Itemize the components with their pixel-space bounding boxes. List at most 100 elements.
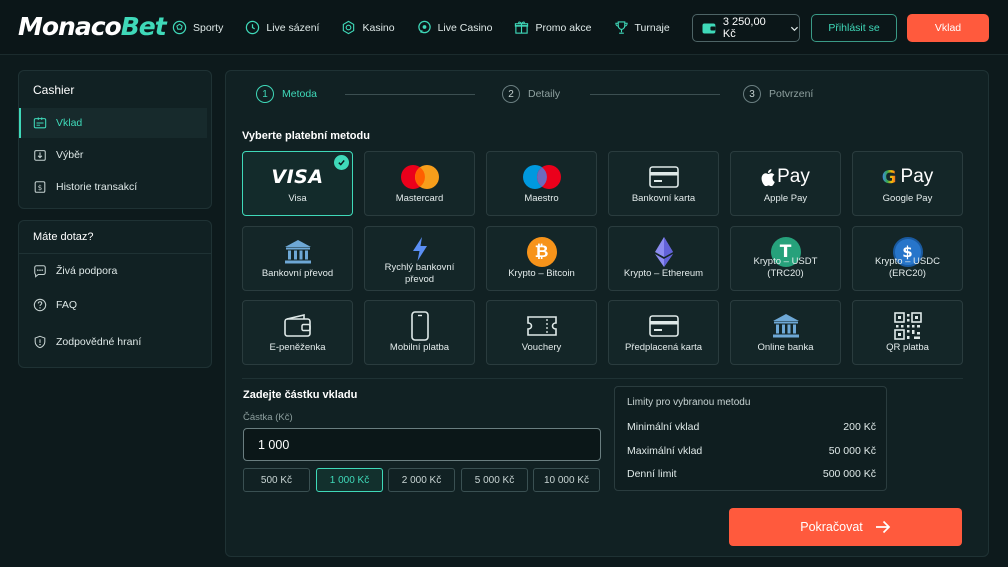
method-card-bank-transfer[interactable]: Bankovní převod bbox=[242, 226, 353, 291]
method-card-e-wallet[interactable]: E-peněženka bbox=[242, 300, 353, 365]
live-clock-icon bbox=[246, 20, 260, 35]
nav-item-tournaments[interactable]: Turnaje bbox=[614, 20, 670, 35]
method-card-usdt[interactable]: T Krypto – USDT (TRC20) bbox=[730, 226, 841, 291]
amount-chip-2000[interactable]: 2 000 Kč bbox=[388, 468, 455, 492]
cashier-main-panel: 1 Metoda 2 Detaily 3 Potvrzení Vyberte p… bbox=[225, 70, 989, 557]
limits-title: Limity pro vybranou metodu bbox=[627, 397, 751, 408]
amount-input[interactable]: 1 000 bbox=[243, 428, 601, 461]
method-card-maestro[interactable]: Maestro bbox=[486, 151, 597, 216]
nav-label: Live Casino bbox=[437, 21, 493, 34]
apple-pay-text: Pay bbox=[777, 166, 810, 187]
method-card-bank-card[interactable]: Bankovní karta bbox=[608, 151, 719, 216]
soccer-ball-icon bbox=[172, 20, 187, 35]
amount-chip-500[interactable]: 500 Kč bbox=[243, 468, 310, 492]
online-bank-icon bbox=[731, 309, 840, 343]
sidebar-item-label: Vklad bbox=[56, 117, 83, 129]
method-card-mastercard[interactable]: Mastercard bbox=[364, 151, 475, 216]
balance-amount: 3 250,00 Kč bbox=[722, 16, 766, 40]
method-label: Krypto – USDT (TRC20) bbox=[753, 256, 818, 279]
visa-logo-text: VISA bbox=[271, 166, 324, 188]
method-card-bitcoin[interactable]: ₿ Krypto – Bitcoin bbox=[486, 226, 597, 291]
limit-row-max: Maximální vklad 50 000 Kč bbox=[627, 445, 876, 457]
top-header: MonacoBet Sporty Live sázení Kasino Live… bbox=[0, 0, 1008, 55]
brand-name-a: Monaco bbox=[18, 12, 122, 41]
sidebar-item-responsible-gaming[interactable]: Zodpovědné hraní bbox=[19, 327, 209, 357]
cashier-title: Cashier bbox=[33, 83, 75, 97]
sidebar-item-label: Živá podpora bbox=[56, 265, 118, 277]
method-card-apple-pay[interactable]: Pay Apple Pay bbox=[730, 151, 841, 216]
method-card-prepaid-card[interactable]: Předplacená karta bbox=[608, 300, 719, 365]
google-pay-logo: G Pay bbox=[853, 160, 962, 194]
sidebar-item-history[interactable]: $ Historie transakcí bbox=[19, 172, 209, 202]
method-card-visa[interactable]: VISA Visa bbox=[242, 151, 353, 216]
step-number: 1 bbox=[256, 85, 274, 103]
method-card-google-pay[interactable]: G Pay Google Pay bbox=[852, 151, 963, 216]
method-limits-box: Limity pro vybranou metodu Minimální vkl… bbox=[614, 386, 887, 491]
sidebar-item-faq[interactable]: FAQ bbox=[19, 290, 209, 320]
brand-name-b: Bet bbox=[120, 12, 167, 41]
nav-item-live-betting[interactable]: Live sázení bbox=[245, 20, 319, 35]
help-menu: Máte dotaz? Živá podpora FAQ Zodpovědné … bbox=[18, 220, 212, 368]
step-label: Detaily bbox=[528, 88, 561, 100]
gift-icon bbox=[515, 21, 529, 34]
method-label: Krypto – USDC (ERC20) bbox=[875, 256, 940, 279]
step-number: 2 bbox=[502, 85, 520, 103]
main-nav: Sporty Live sázení Kasino Live Casino Pr… bbox=[172, 0, 692, 55]
amount-chip-10000[interactable]: 10 000 Kč bbox=[533, 468, 600, 492]
amount-title: Zadejte částku vkladu bbox=[243, 389, 358, 401]
method-label: Maestro bbox=[524, 193, 559, 204]
step-number: 3 bbox=[743, 85, 761, 103]
method-card-online-banking[interactable]: Online banka bbox=[730, 300, 841, 365]
sidebar-item-deposit[interactable]: Vklad bbox=[19, 108, 207, 138]
method-label: Online banka bbox=[757, 342, 814, 353]
brand-logo[interactable]: MonacoBet bbox=[18, 12, 167, 41]
method-label: Visa bbox=[288, 193, 307, 204]
nav-item-casino[interactable]: Kasino bbox=[341, 20, 395, 35]
nav-label: Live sázení bbox=[266, 21, 320, 34]
sidebar-item-withdraw[interactable]: Výběr bbox=[19, 140, 209, 170]
step-details[interactable]: 2 Detaily bbox=[502, 85, 560, 103]
method-card-qr-payment[interactable]: QR platba bbox=[852, 300, 963, 365]
step-confirmation[interactable]: 3 Potvrzení bbox=[743, 85, 813, 103]
ticket-icon bbox=[487, 309, 596, 343]
mastercard-logo bbox=[365, 160, 474, 194]
amount-chip-5000[interactable]: 5 000 Kč bbox=[461, 468, 528, 492]
help-title: Máte dotaz? bbox=[33, 231, 94, 243]
step-method[interactable]: 1 Metoda bbox=[256, 85, 317, 103]
nav-item-sports[interactable]: Sporty bbox=[172, 20, 223, 35]
method-label: Mastercard bbox=[395, 193, 444, 204]
limit-value: 500 000 Kč bbox=[822, 468, 876, 480]
bank-icon bbox=[243, 235, 352, 269]
limit-value: 50 000 Kč bbox=[828, 445, 876, 457]
method-card-mobile-payment[interactable]: Mobilní platba bbox=[364, 300, 475, 365]
continue-label: Pokračovat bbox=[800, 520, 863, 534]
deposit-button[interactable]: Vklad bbox=[907, 14, 989, 42]
google-g-icon: G bbox=[881, 166, 897, 188]
nav-item-promo[interactable]: Promo akce bbox=[514, 20, 592, 35]
divider bbox=[19, 253, 211, 254]
history-icon: $ bbox=[34, 181, 46, 193]
method-label: Bankovní karta bbox=[631, 193, 696, 204]
amount-chip-1000[interactable]: 1 000 Kč bbox=[316, 468, 383, 492]
continue-button[interactable]: Pokračovat bbox=[729, 508, 962, 546]
apple-icon bbox=[761, 168, 775, 186]
method-card-instant-transfer[interactable]: Rychlý bankovní převod bbox=[364, 226, 475, 291]
balance-dropdown[interactable]: 3 250,00 Kč bbox=[692, 14, 800, 42]
nav-label: Promo akce bbox=[535, 21, 592, 34]
login-button[interactable]: Přihlásit se bbox=[811, 14, 897, 42]
method-label: Bankovní převod bbox=[261, 268, 334, 279]
method-card-vouchers[interactable]: Vouchery bbox=[486, 300, 597, 365]
method-label: QR platba bbox=[886, 342, 929, 353]
method-label: Mobilní platba bbox=[389, 342, 450, 353]
method-card-ethereum[interactable]: Krypto – Ethereum bbox=[608, 226, 719, 291]
nav-label: Sporty bbox=[193, 21, 224, 34]
bitcoin-symbol: ₿ bbox=[534, 242, 549, 262]
nav-item-live-casino[interactable]: Live Casino bbox=[417, 20, 493, 35]
limit-label: Maximální vklad bbox=[627, 445, 703, 457]
sidebar-item-live-support[interactable]: Živá podpora bbox=[19, 256, 209, 286]
nav-label: Kasino bbox=[362, 21, 395, 34]
method-card-usdc[interactable]: $ Krypto – USDC (ERC20) bbox=[852, 226, 963, 291]
google-pay-text: Pay bbox=[900, 166, 934, 187]
sidebar-item-label: Výběr bbox=[56, 149, 84, 161]
chevron-down-icon bbox=[790, 26, 799, 31]
